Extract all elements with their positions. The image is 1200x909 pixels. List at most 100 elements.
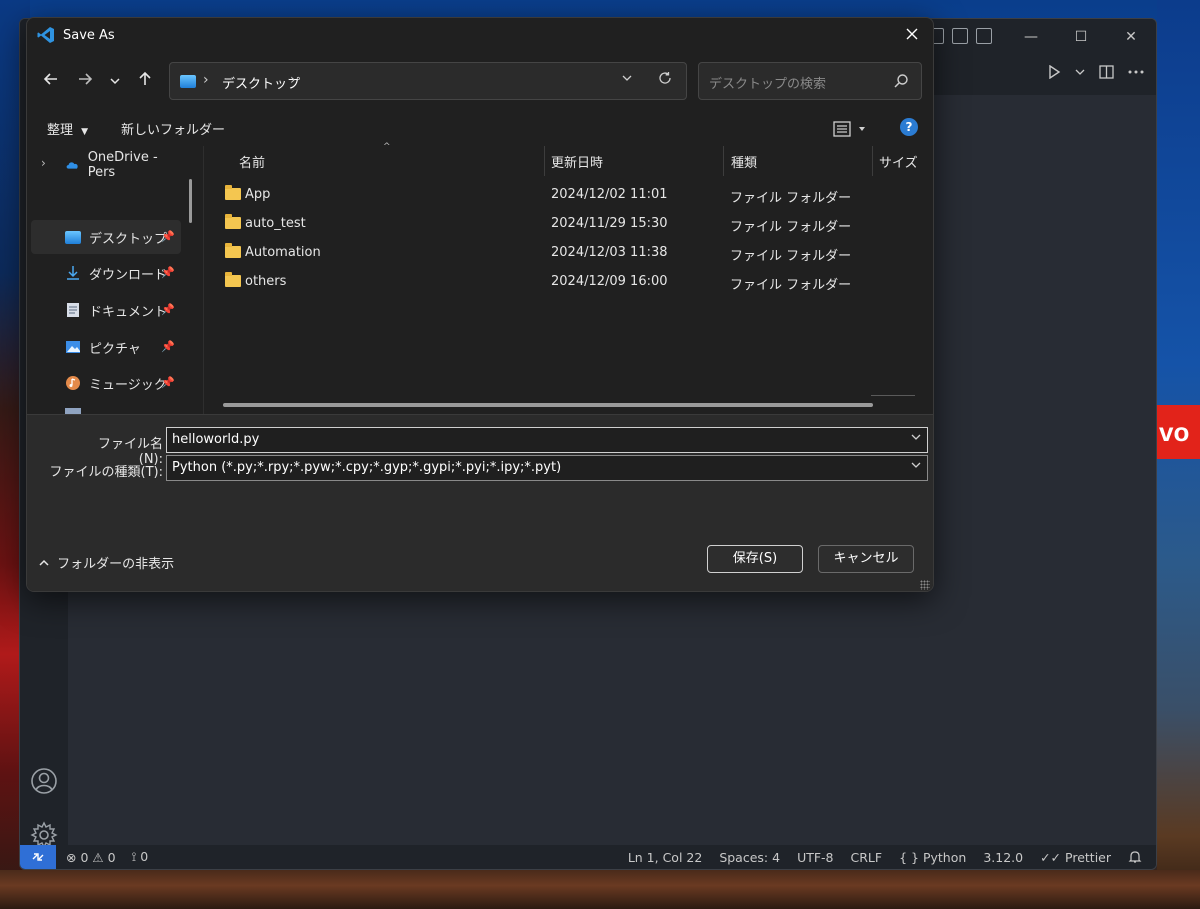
horizontal-scrollbar[interactable]	[223, 403, 873, 407]
arrow-up-icon	[139, 71, 151, 85]
dialog-close-button[interactable]	[901, 24, 923, 46]
pane-divider[interactable]	[203, 146, 204, 414]
chevron-down-icon[interactable]	[911, 460, 921, 473]
navigation-pane: › OneDrive - Pers デスクトップ 📌 ダウンロード 📌 ドキュメ…	[27, 146, 203, 414]
split-editor-icon[interactable]	[1099, 65, 1114, 79]
breadcrumb-chevron-icon[interactable]: ›	[203, 72, 209, 88]
cursor-position[interactable]: Ln 1, Col 22	[628, 850, 703, 865]
picture-icon	[66, 341, 80, 353]
window-controls: — ☐ ✕	[1006, 19, 1156, 55]
close-window-button[interactable]: ✕	[1106, 19, 1156, 55]
column-header-name[interactable]: 名前	[239, 146, 539, 176]
desktop-icon	[65, 230, 81, 244]
forward-button[interactable]	[73, 70, 97, 94]
status-bar: ⊗ 0 ⚠ 0 ⟟ 0 Ln 1, Col 22 Spaces: 4 UTF-8…	[20, 845, 1156, 869]
column-header-date[interactable]: 更新日時	[551, 146, 723, 176]
nav-item-onedrive[interactable]: › OneDrive - Pers	[31, 148, 181, 182]
back-button[interactable]	[39, 70, 63, 94]
filetype-label: ファイルの種類(T):	[49, 465, 163, 480]
desktop-wallpaper-bottom	[0, 870, 1200, 909]
remote-icon	[32, 853, 44, 861]
nav-scrollbar[interactable]	[189, 179, 192, 223]
address-dropdown-icon[interactable]	[622, 72, 632, 86]
scroll-track	[871, 395, 915, 396]
folder-icon	[225, 272, 241, 287]
resize-grip-icon[interactable]	[920, 580, 930, 590]
filetype-select[interactable]: Python (*.py;*.rpy;*.pyw;*.cpy;*.gyp;*.g…	[166, 455, 928, 481]
hide-folders-toggle[interactable]: フォルダーの非表示	[39, 553, 174, 572]
file-list: ^ 名前 更新日時 種類 サイズ App 2024/12/02 11:01 ファ…	[205, 142, 933, 414]
encoding[interactable]: UTF-8	[797, 850, 833, 865]
file-row[interactable]: others 2024/12/09 16:00 ファイル フォルダー	[205, 268, 933, 297]
chevron-down-icon[interactable]	[1075, 67, 1085, 77]
python-version[interactable]: 3.12.0	[983, 850, 1023, 865]
braces-icon: { }	[899, 849, 919, 865]
search-input[interactable]: デスクトップの検索	[709, 73, 826, 92]
more-actions-icon[interactable]	[1128, 70, 1144, 74]
expand-chevron-icon[interactable]: ›	[41, 156, 46, 170]
nav-item-pictures[interactable]: ピクチャ 📌	[31, 330, 181, 364]
save-options-area: ファイル名(N): helloworld.py ファイルの種類(T): Pyth…	[27, 414, 933, 591]
view-options-icon[interactable]	[833, 120, 869, 138]
chevron-down-icon	[110, 78, 120, 85]
layout-controls	[928, 28, 992, 44]
dialog-title: Save As	[63, 27, 115, 43]
run-icon[interactable]	[1047, 65, 1061, 79]
pin-icon: 📌	[161, 376, 175, 389]
cancel-button[interactable]: キャンセル	[818, 545, 914, 573]
column-divider[interactable]	[723, 146, 724, 176]
toggle-sidebar-icon[interactable]	[952, 28, 968, 44]
column-divider[interactable]	[872, 146, 873, 176]
column-divider[interactable]	[544, 146, 545, 176]
desktop-monitor-icon	[180, 75, 196, 88]
breadcrumb-chevron-icon[interactable]: ›	[290, 72, 296, 88]
line-endings[interactable]: CRLF	[851, 850, 883, 865]
pin-icon: 📌	[161, 303, 175, 316]
column-header-size[interactable]: サイズ	[879, 146, 933, 176]
download-icon	[67, 266, 79, 280]
save-button[interactable]: 保存(S)	[707, 545, 803, 573]
organize-menu[interactable]: 整理 ▼	[47, 119, 88, 138]
help-icon[interactable]: ?	[900, 118, 918, 136]
brand-logo: vo	[1157, 405, 1200, 459]
nav-item-music[interactable]: ミュージック 📌	[31, 366, 181, 400]
prettier-status[interactable]: ✓✓ Prettier	[1040, 850, 1111, 865]
navigation-row: › デスクトップ › デスクトップの検索	[27, 62, 933, 102]
file-row[interactable]: App 2024/12/02 11:01 ファイル フォルダー	[205, 181, 933, 210]
indentation[interactable]: Spaces: 4	[719, 850, 780, 865]
refresh-icon[interactable]	[658, 71, 672, 89]
file-row[interactable]: Automation 2024/12/03 11:38 ファイル フォルダー	[205, 239, 933, 268]
cloud-icon	[66, 162, 78, 169]
recent-locations-button[interactable]	[103, 70, 127, 94]
nav-item-documents[interactable]: ドキュメント 📌	[31, 293, 181, 327]
address-bar[interactable]: › デスクトップ ›	[169, 62, 687, 100]
nav-item-desktop[interactable]: デスクトップ 📌	[31, 220, 181, 254]
notifications-bell-icon[interactable]	[1128, 850, 1142, 864]
language-mode[interactable]: { } Python	[899, 850, 966, 865]
warning-icon: ⚠	[92, 849, 104, 865]
search-icon[interactable]	[893, 73, 909, 89]
broadcast-icon: ⟟	[131, 849, 137, 864]
remote-indicator[interactable]	[20, 845, 56, 869]
arrow-right-icon	[79, 73, 93, 85]
column-header-type[interactable]: 種類	[731, 146, 871, 176]
accounts-icon[interactable]	[30, 767, 58, 795]
chevron-down-icon[interactable]	[911, 432, 921, 445]
minimize-button[interactable]: —	[1006, 19, 1056, 55]
editor-actions	[1047, 65, 1144, 79]
chevron-up-icon	[39, 559, 49, 566]
check-double-icon: ✓✓	[1040, 849, 1062, 865]
customize-layout-icon[interactable]	[976, 28, 992, 44]
ports-indicator[interactable]: ⟟ 0	[132, 849, 149, 865]
pin-icon: 📌	[161, 230, 175, 243]
nav-item-downloads[interactable]: ダウンロード 📌	[31, 256, 181, 290]
up-button[interactable]	[133, 70, 157, 94]
maximize-button[interactable]: ☐	[1056, 19, 1106, 55]
music-icon	[66, 376, 80, 390]
filename-field[interactable]: helloworld.py	[166, 427, 928, 453]
breadcrumb-desktop[interactable]: デスクトップ	[222, 73, 300, 92]
new-folder-button[interactable]: 新しいフォルダー	[121, 119, 225, 138]
search-box[interactable]: デスクトップの検索	[698, 62, 922, 100]
problems-indicator[interactable]: ⊗ 0 ⚠ 0	[66, 850, 116, 865]
file-row[interactable]: auto_test 2024/11/29 15:30 ファイル フォルダー	[205, 210, 933, 239]
